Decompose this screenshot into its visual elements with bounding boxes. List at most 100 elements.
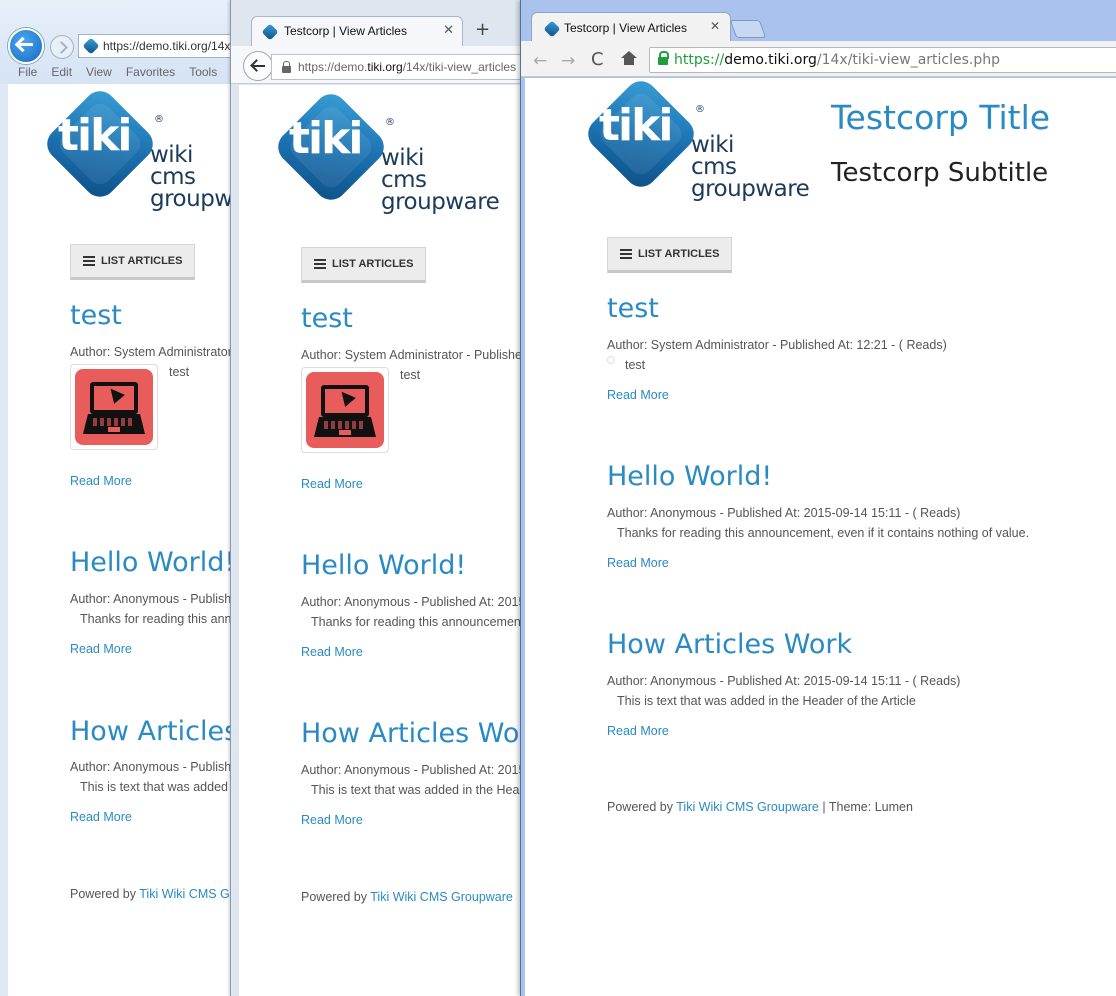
- list-articles-button[interactable]: LIST ARTICLES: [70, 244, 196, 280]
- article-title-how-articles-work[interactable]: How Articles Work: [301, 718, 530, 749]
- logo-line-cms: cms: [381, 167, 427, 193]
- article-body: This is text that was added in the Heade…: [311, 783, 530, 797]
- close-icon[interactable]: ✕: [443, 23, 454, 38]
- chrome-toolbar: ← → C https://demo.tiki.org/14x/tiki-vie…: [521, 41, 1116, 77]
- home-icon[interactable]: [621, 51, 637, 65]
- ie-address-bar[interactable]: https://demo.tiki.org/14x/tiki-view_arti…: [78, 34, 239, 58]
- ie-page-viewport: tiki ® wiki cms groupware LIST ARTICLES …: [8, 84, 239, 996]
- article-title-hello-world[interactable]: Hello World!: [301, 550, 466, 581]
- page-footer: Powered by Tiki Wiki CMS Groupware: [301, 890, 513, 904]
- tiki-link[interactable]: Tiki Wiki CMS Groupware: [676, 800, 819, 814]
- ie-menu-favorites[interactable]: Favorites: [126, 62, 175, 82]
- url-prefix: https://demo.: [298, 60, 368, 74]
- ie-back-button[interactable]: [8, 28, 44, 64]
- article-body: test: [169, 365, 190, 379]
- site-title[interactable]: Testcorp Title: [831, 98, 1050, 137]
- url-scheme: https://: [674, 52, 725, 68]
- read-more-link[interactable]: Read More: [301, 813, 363, 827]
- registered-mark: ®: [385, 117, 395, 128]
- chrome-tab[interactable]: Testcorp | View Articles ✕: [531, 12, 731, 42]
- article-body: Thanks for reading this announcement, ev…: [617, 526, 1030, 540]
- article-image: [70, 364, 158, 450]
- chrome-browser-window: Testcorp | View Articles ✕ ← → C https:/…: [520, 0, 1116, 996]
- article-body: Thanks for reading this announcement, ev…: [311, 615, 530, 629]
- chrome-page-viewport: tiki ® wiki cms groupware Testcorp Title…: [525, 78, 1116, 996]
- article-title-how-articles-work[interactable]: How Articles Work: [607, 629, 852, 660]
- site-subtitle: Testcorp Subtitle: [831, 158, 1049, 188]
- ie-browser-window: https://demo.tiki.org/14x/tiki-view_arti…: [0, 0, 240, 996]
- article-title-how-articles-work[interactable]: How Articles Work: [70, 716, 239, 747]
- ie-toolbar: https://demo.tiki.org/14x/tiki-view_arti…: [0, 0, 239, 84]
- read-more-link[interactable]: Read More: [607, 724, 669, 738]
- tiki-logo-wordmark: tiki: [289, 113, 363, 164]
- firefox-url-bar[interactable]: https://demo.tiki.org/14x/tiki-view_arti…: [271, 54, 530, 80]
- ie-menu-view[interactable]: View: [86, 62, 112, 82]
- new-tab-button[interactable]: +: [475, 19, 490, 40]
- article-title-test[interactable]: test: [301, 303, 353, 334]
- logo-line-wiki: wiki: [381, 145, 424, 171]
- tiki-favicon-icon: [261, 23, 279, 41]
- article-meta: Author: Anonymous - Published At: 2015-0…: [301, 595, 530, 609]
- list-icon: [620, 249, 632, 259]
- firefox-browser-window: Testcorp | View Articles ✕ + https://dem…: [230, 0, 530, 996]
- article-title-hello-world[interactable]: Hello World!: [607, 461, 772, 492]
- article-title-test[interactable]: test: [70, 300, 122, 331]
- read-more-link[interactable]: Read More: [70, 642, 132, 656]
- firefox-tab[interactable]: Testcorp | View Articles ✕: [251, 16, 463, 46]
- article-meta: Author: System Administrator - Published…: [301, 348, 530, 362]
- list-icon: [83, 256, 95, 266]
- article-image: [301, 367, 389, 453]
- ie-forward-button[interactable]: [50, 35, 74, 59]
- lock-icon: [282, 61, 291, 73]
- tiki-logo[interactable]: tiki ® wiki cms groupware: [40, 84, 239, 240]
- ie-menu-bar: File Edit View Favorites Tools: [0, 62, 239, 82]
- article-meta: Author: System Administrator - Published…: [607, 338, 947, 352]
- article-meta: Author: Anonymous - Published At: 2015-0…: [70, 592, 239, 606]
- laptop-cursor-icon: [306, 372, 384, 448]
- close-icon[interactable]: ✕: [710, 19, 720, 33]
- read-more-link[interactable]: Read More: [301, 645, 363, 659]
- forward-arrow-icon[interactable]: →: [561, 51, 575, 71]
- ie-menu-edit[interactable]: Edit: [51, 62, 72, 82]
- read-more-link[interactable]: Read More: [607, 388, 669, 402]
- ie-menu-file[interactable]: File: [18, 62, 37, 82]
- tiki-logo-tagline: wiki cms groupware: [381, 145, 500, 214]
- read-more-link[interactable]: Read More: [301, 477, 363, 491]
- powered-by-text: Powered by: [70, 887, 137, 901]
- read-more-link[interactable]: Read More: [70, 474, 132, 488]
- read-more-link[interactable]: Read More: [70, 810, 132, 824]
- tiki-logo-tagline: wiki cms groupware: [150, 144, 239, 211]
- tiki-logo[interactable]: tiki ® wiki cms groupware: [581, 78, 810, 230]
- tiki-link[interactable]: Tiki Wiki CMS Groupware: [370, 890, 513, 904]
- firefox-navbar: https://demo.tiki.org/14x/tiki-view_arti…: [231, 46, 530, 84]
- tiki-link[interactable]: Tiki Wiki CMS Groupware: [139, 887, 239, 901]
- article-body: Thanks for reading this announcement, ev…: [80, 612, 239, 626]
- broken-image-icon: [607, 356, 615, 364]
- reload-icon[interactable]: C: [591, 49, 604, 70]
- logo-line-groupware: groupware: [691, 176, 810, 202]
- new-tab-button[interactable]: [729, 20, 767, 38]
- url-path: /14x/tiki-view_articles: [402, 60, 517, 74]
- chrome-omnibox[interactable]: https://demo.tiki.org/14x/tiki-view_arti…: [649, 47, 1116, 73]
- back-arrow-icon[interactable]: ←: [533, 51, 547, 71]
- firefox-back-button[interactable]: [243, 51, 273, 81]
- tiki-logo[interactable]: tiki ® wiki cms groupware: [271, 87, 500, 243]
- tiki-favicon-icon: [82, 37, 100, 55]
- list-articles-label: LIST ARTICLES: [101, 255, 183, 267]
- list-articles-button[interactable]: LIST ARTICLES: [301, 247, 427, 283]
- ie-menu-tools[interactable]: Tools: [189, 62, 217, 82]
- article-title-hello-world[interactable]: Hello World!: [70, 547, 235, 578]
- article-meta: Author: Anonymous - Published At: 2015-0…: [607, 506, 961, 520]
- firefox-tab-label: Testcorp | View Articles: [284, 24, 407, 38]
- tiki-favicon-icon: [543, 20, 561, 38]
- chrome-tab-label: Testcorp | View Articles: [564, 21, 687, 35]
- firefox-page-viewport: tiki ® wiki cms groupware LIST ARTICLES …: [239, 85, 530, 996]
- list-articles-button[interactable]: LIST ARTICLES: [607, 237, 733, 273]
- url-host: demo.tiki.org: [724, 52, 817, 68]
- powered-by-text: Powered by: [301, 890, 368, 904]
- logo-line-wiki: wiki: [691, 132, 734, 158]
- article-title-test[interactable]: test: [607, 293, 659, 324]
- read-more-link[interactable]: Read More: [607, 556, 669, 570]
- page-footer: Powered by Tiki Wiki CMS Groupware | The…: [607, 800, 913, 814]
- list-icon: [314, 259, 326, 269]
